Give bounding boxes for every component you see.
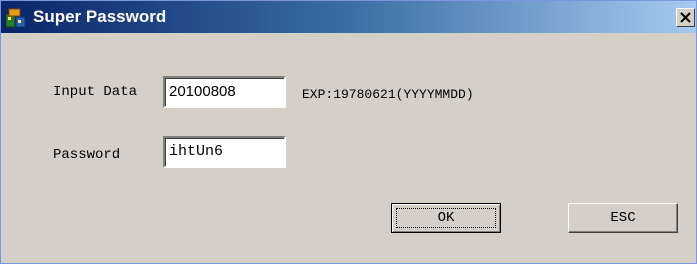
input-data-field[interactable]: 20100808 xyxy=(163,76,286,108)
app-icon xyxy=(5,7,27,29)
close-icon xyxy=(680,12,691,23)
input-data-label: Input Data xyxy=(53,84,138,100)
ok-button[interactable]: OK xyxy=(391,203,501,233)
esc-button-label: ESC xyxy=(610,210,636,226)
close-button[interactable] xyxy=(676,8,695,27)
super-password-dialog: Super Password Input Data 20100808 EXP:1… xyxy=(0,0,697,264)
password-label: Password xyxy=(53,147,121,163)
esc-button[interactable]: ESC xyxy=(568,203,678,233)
window-title: Super Password xyxy=(33,7,167,26)
date-format-hint: EXP:19780621(YYYYMMDD) xyxy=(302,87,474,102)
password-field[interactable]: ihtUn6 xyxy=(163,136,286,168)
focus-rectangle xyxy=(396,208,496,228)
title-bar[interactable]: Super Password xyxy=(1,1,696,33)
